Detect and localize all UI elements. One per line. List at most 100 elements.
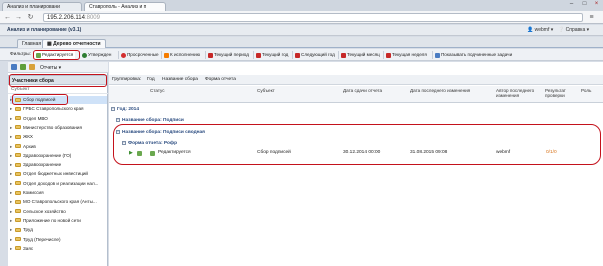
tree-item-label: Труд (Перечисле)	[23, 236, 61, 242]
folder-icon	[15, 116, 21, 121]
tree-item[interactable]: ▸ ЖКХ	[10, 133, 107, 141]
tab-report-tree[interactable]: ▦ Дерево отчетности	[42, 39, 106, 48]
tree-item-label: Заяс	[23, 245, 34, 251]
tree-item-label: Труд	[23, 227, 33, 233]
left-toolbar: Отчеты ▾	[8, 62, 108, 73]
tree-item[interactable]: ▸ ГРБС Ставропольского края	[10, 105, 107, 113]
column-role[interactable]: Роль	[581, 88, 591, 93]
tree-item[interactable]: ▸ Отдел бюджетных инвестиций	[10, 170, 107, 178]
calendar-icon	[256, 52, 261, 58]
subject-column-header: Субъект	[8, 86, 108, 94]
folder-icon	[15, 125, 21, 130]
url-input[interactable]: 195.2.206.114:8009	[43, 13, 583, 22]
subtasks-icon	[435, 52, 440, 58]
tree-item[interactable]: ▸ Труд (Перечисле)	[10, 236, 107, 244]
tree-item[interactable]: ▸ Труд	[10, 226, 107, 234]
tree-item[interactable]: ▸ Здравоохранение	[10, 161, 107, 169]
filter-current-year-button[interactable]: Текущий год	[253, 51, 290, 59]
reports-menu[interactable]: Отчеты ▾	[40, 65, 61, 71]
edit-icon[interactable]	[29, 64, 35, 70]
calendar-icon	[295, 52, 300, 58]
filter-overdue-button[interactable]: Просроченные	[118, 51, 161, 59]
column-subject[interactable]: Субъект	[257, 88, 275, 93]
grouping-field-collection[interactable]: Название сбора	[162, 77, 198, 82]
tree-item-label: Министерство образования	[23, 124, 82, 130]
column-check-result[interactable]: Результат проверки	[545, 88, 573, 98]
filter-next-year-button[interactable]: Следующий год	[292, 51, 337, 59]
tree-item-label: Комиссия	[23, 190, 44, 195]
reload-icon[interactable]: ↻	[26, 13, 35, 22]
calendar-icon	[341, 52, 346, 58]
menu-icon[interactable]: ≡	[587, 13, 596, 22]
tree-item[interactable]: ▸ Сельское хозяйство	[10, 208, 107, 216]
folder-icon	[15, 227, 21, 232]
filter-toolbar: Фильтры: Редактируется Утвержден Просроч…	[0, 49, 603, 61]
tree-item[interactable]: ▸ Отдел доходов и реализации нал...	[10, 180, 107, 188]
filter-current-week-button[interactable]: Текущая неделя	[383, 51, 429, 59]
column-status[interactable]: Статус	[150, 88, 165, 93]
tree-item[interactable]: ▸ Заяс	[10, 245, 107, 253]
tree-item-label: Архив	[23, 143, 36, 149]
folder-icon	[15, 153, 21, 158]
calendar-icon	[386, 52, 391, 58]
filter-label: Фильтры:	[10, 52, 31, 57]
annotation-highlight-grid	[113, 124, 601, 165]
folder-icon	[15, 144, 21, 148]
column-author[interactable]: Автор последнего изменения	[496, 88, 544, 98]
user-menu[interactable]: 👤 webmf ▾	[527, 27, 553, 33]
filter-to-execute-button[interactable]: К исполнению	[161, 51, 202, 59]
calendar-icon	[208, 52, 213, 58]
add-icon[interactable]	[20, 64, 26, 70]
grouping-field-form[interactable]: Форма отчета	[205, 77, 236, 82]
forward-icon[interactable]: →	[14, 13, 23, 22]
tree-item-label: Сельское хозяйство	[23, 208, 66, 214]
tree-item-label: ГРБС Ставропольского края	[23, 106, 84, 112]
folder-icon	[15, 237, 21, 241]
app-tabs: Главная ▦ Дерево отчетности	[0, 37, 603, 48]
tree-item[interactable]: ▸ Приложение по новой сети	[10, 217, 107, 225]
back-icon[interactable]: ←	[3, 13, 12, 22]
tree-item-label: МО Ставропольского края (Анты...	[23, 199, 97, 205]
app-header: Анализ и планирование (v3.1) 👤 webmf ▾ ❔…	[0, 25, 603, 36]
warning-icon	[121, 52, 126, 58]
browser-tab-strip: Анализ и планировани Ставрополь - Анализ…	[0, 0, 603, 11]
help-menu[interactable]: ❔ Справка ▾	[558, 27, 589, 33]
grouping-toolbar: Группировка: Год Название сбора Форма от…	[109, 75, 603, 85]
folder-icon	[15, 218, 21, 223]
folder-icon	[15, 190, 21, 195]
tree-item[interactable]: ▸ Архив	[10, 143, 107, 151]
column-last-modified[interactable]: Дата последнего изменения	[410, 88, 470, 93]
tree-item[interactable]: ▸ Министерство образования	[10, 124, 107, 132]
filter-current-month-button[interactable]: Текущий месяц	[338, 51, 382, 59]
folder-icon	[15, 181, 21, 186]
folder-icon	[15, 106, 21, 111]
collapse-icon[interactable]: −	[111, 107, 115, 111]
new-tab-button[interactable]	[168, 2, 180, 11]
group-year[interactable]: − Год: 2014	[111, 107, 139, 112]
annotation-highlight-participants	[9, 74, 107, 87]
collapse-icon[interactable]: −	[116, 118, 120, 122]
filter-approved-button[interactable]: Утвержден	[79, 51, 113, 59]
refresh-icon[interactable]	[11, 64, 17, 70]
minimize-icon[interactable]: –	[565, 0, 578, 9]
filter-show-subtasks-button[interactable]: Показывать подчиненные задачи	[432, 51, 514, 59]
folder-icon	[15, 171, 21, 176]
column-due-date[interactable]: Дата сдачи отчета	[343, 88, 382, 93]
filter-current-period-button[interactable]: Текущий период	[205, 51, 251, 59]
browser-tab-2[interactable]: Ставрополь - Анализ и п	[84, 2, 166, 11]
tree-item-label: Отдел бюджетных инвестиций	[23, 171, 88, 177]
folder-icon	[15, 162, 21, 167]
tree-item-label: Приложение по новой сети	[23, 217, 81, 223]
folder-icon	[15, 246, 21, 251]
tree-item[interactable]: ▸ МО Ставропольского края (Анты...	[10, 198, 107, 206]
group-collection-signatures[interactable]: − Название сбора: Подписи	[116, 118, 184, 123]
app-title: Анализ и планирование (v3.1)	[7, 27, 82, 33]
tree-item[interactable]: ▸ Здравоохранение (ГО)	[10, 152, 107, 160]
tree-item[interactable]: ▸ Комиссия	[10, 189, 107, 197]
annotation-highlight-tree-item	[12, 94, 68, 105]
grouping-field-year[interactable]: Год	[147, 77, 155, 82]
browser-tab-1[interactable]: Анализ и планировани	[2, 2, 82, 11]
tree-item[interactable]: ▸ Отдел МВО	[10, 115, 107, 123]
folder-icon	[15, 209, 21, 214]
close-icon[interactable]: ×	[590, 0, 603, 9]
